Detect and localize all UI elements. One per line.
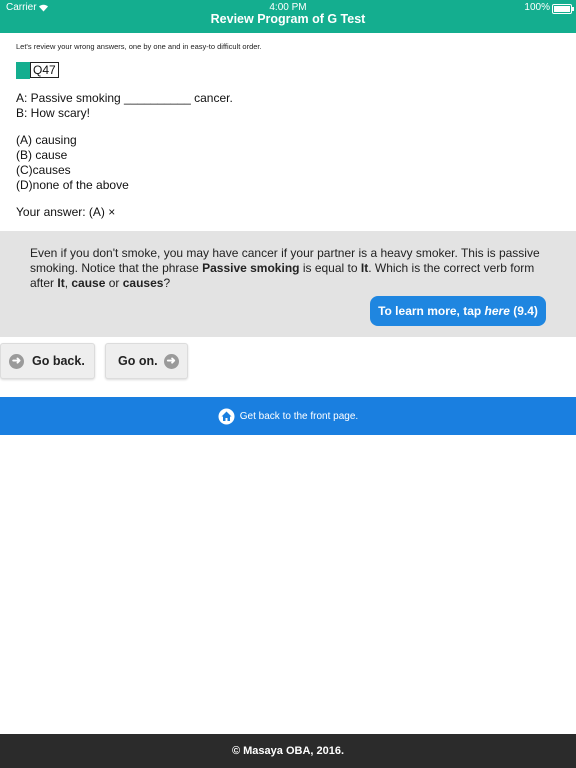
- your-answer: Your answer: (A) ×: [16, 205, 116, 219]
- go-on-button[interactable]: Go on. ➜: [105, 343, 188, 379]
- go-back-label: Go back.: [32, 354, 85, 368]
- arrow-left-icon: ➜: [9, 353, 24, 369]
- option-c: (C)causes: [16, 163, 71, 177]
- front-page-link[interactable]: Get back to the front page.: [0, 397, 576, 435]
- go-back-button[interactable]: ➜ Go back.: [0, 343, 95, 379]
- dialogue-line-a: A: Passive smoking __________ cancer.: [16, 91, 233, 105]
- explanation-text: Even if you don't smoke, you may have ca…: [30, 246, 540, 290]
- top-bar: Carrier 4:00 PM 100% Review Program of G…: [0, 0, 576, 33]
- badge-marker: [16, 62, 30, 79]
- option-a: (A) causing: [16, 133, 77, 147]
- home-icon: [218, 408, 235, 424]
- page-title: Review Program of G Test: [210, 12, 366, 26]
- footer-copyright: © Masaya OBA, 2016.: [0, 734, 576, 768]
- intro-text: Let's review your wrong answers, one by …: [16, 42, 262, 51]
- arrow-right-icon: ➜: [163, 353, 179, 369]
- front-page-label: Get back to the front page.: [239, 410, 359, 422]
- question-badge: Q47: [16, 62, 59, 79]
- option-d: (D)none of the above: [16, 178, 129, 192]
- learn-more-button[interactable]: To learn more, tap here (9.4): [370, 296, 546, 326]
- dialogue-line-b: B: How scary!: [16, 106, 91, 120]
- go-on-label: Go on.: [118, 354, 158, 368]
- question-number: Q47: [30, 62, 59, 78]
- option-b: (B) cause: [16, 148, 68, 162]
